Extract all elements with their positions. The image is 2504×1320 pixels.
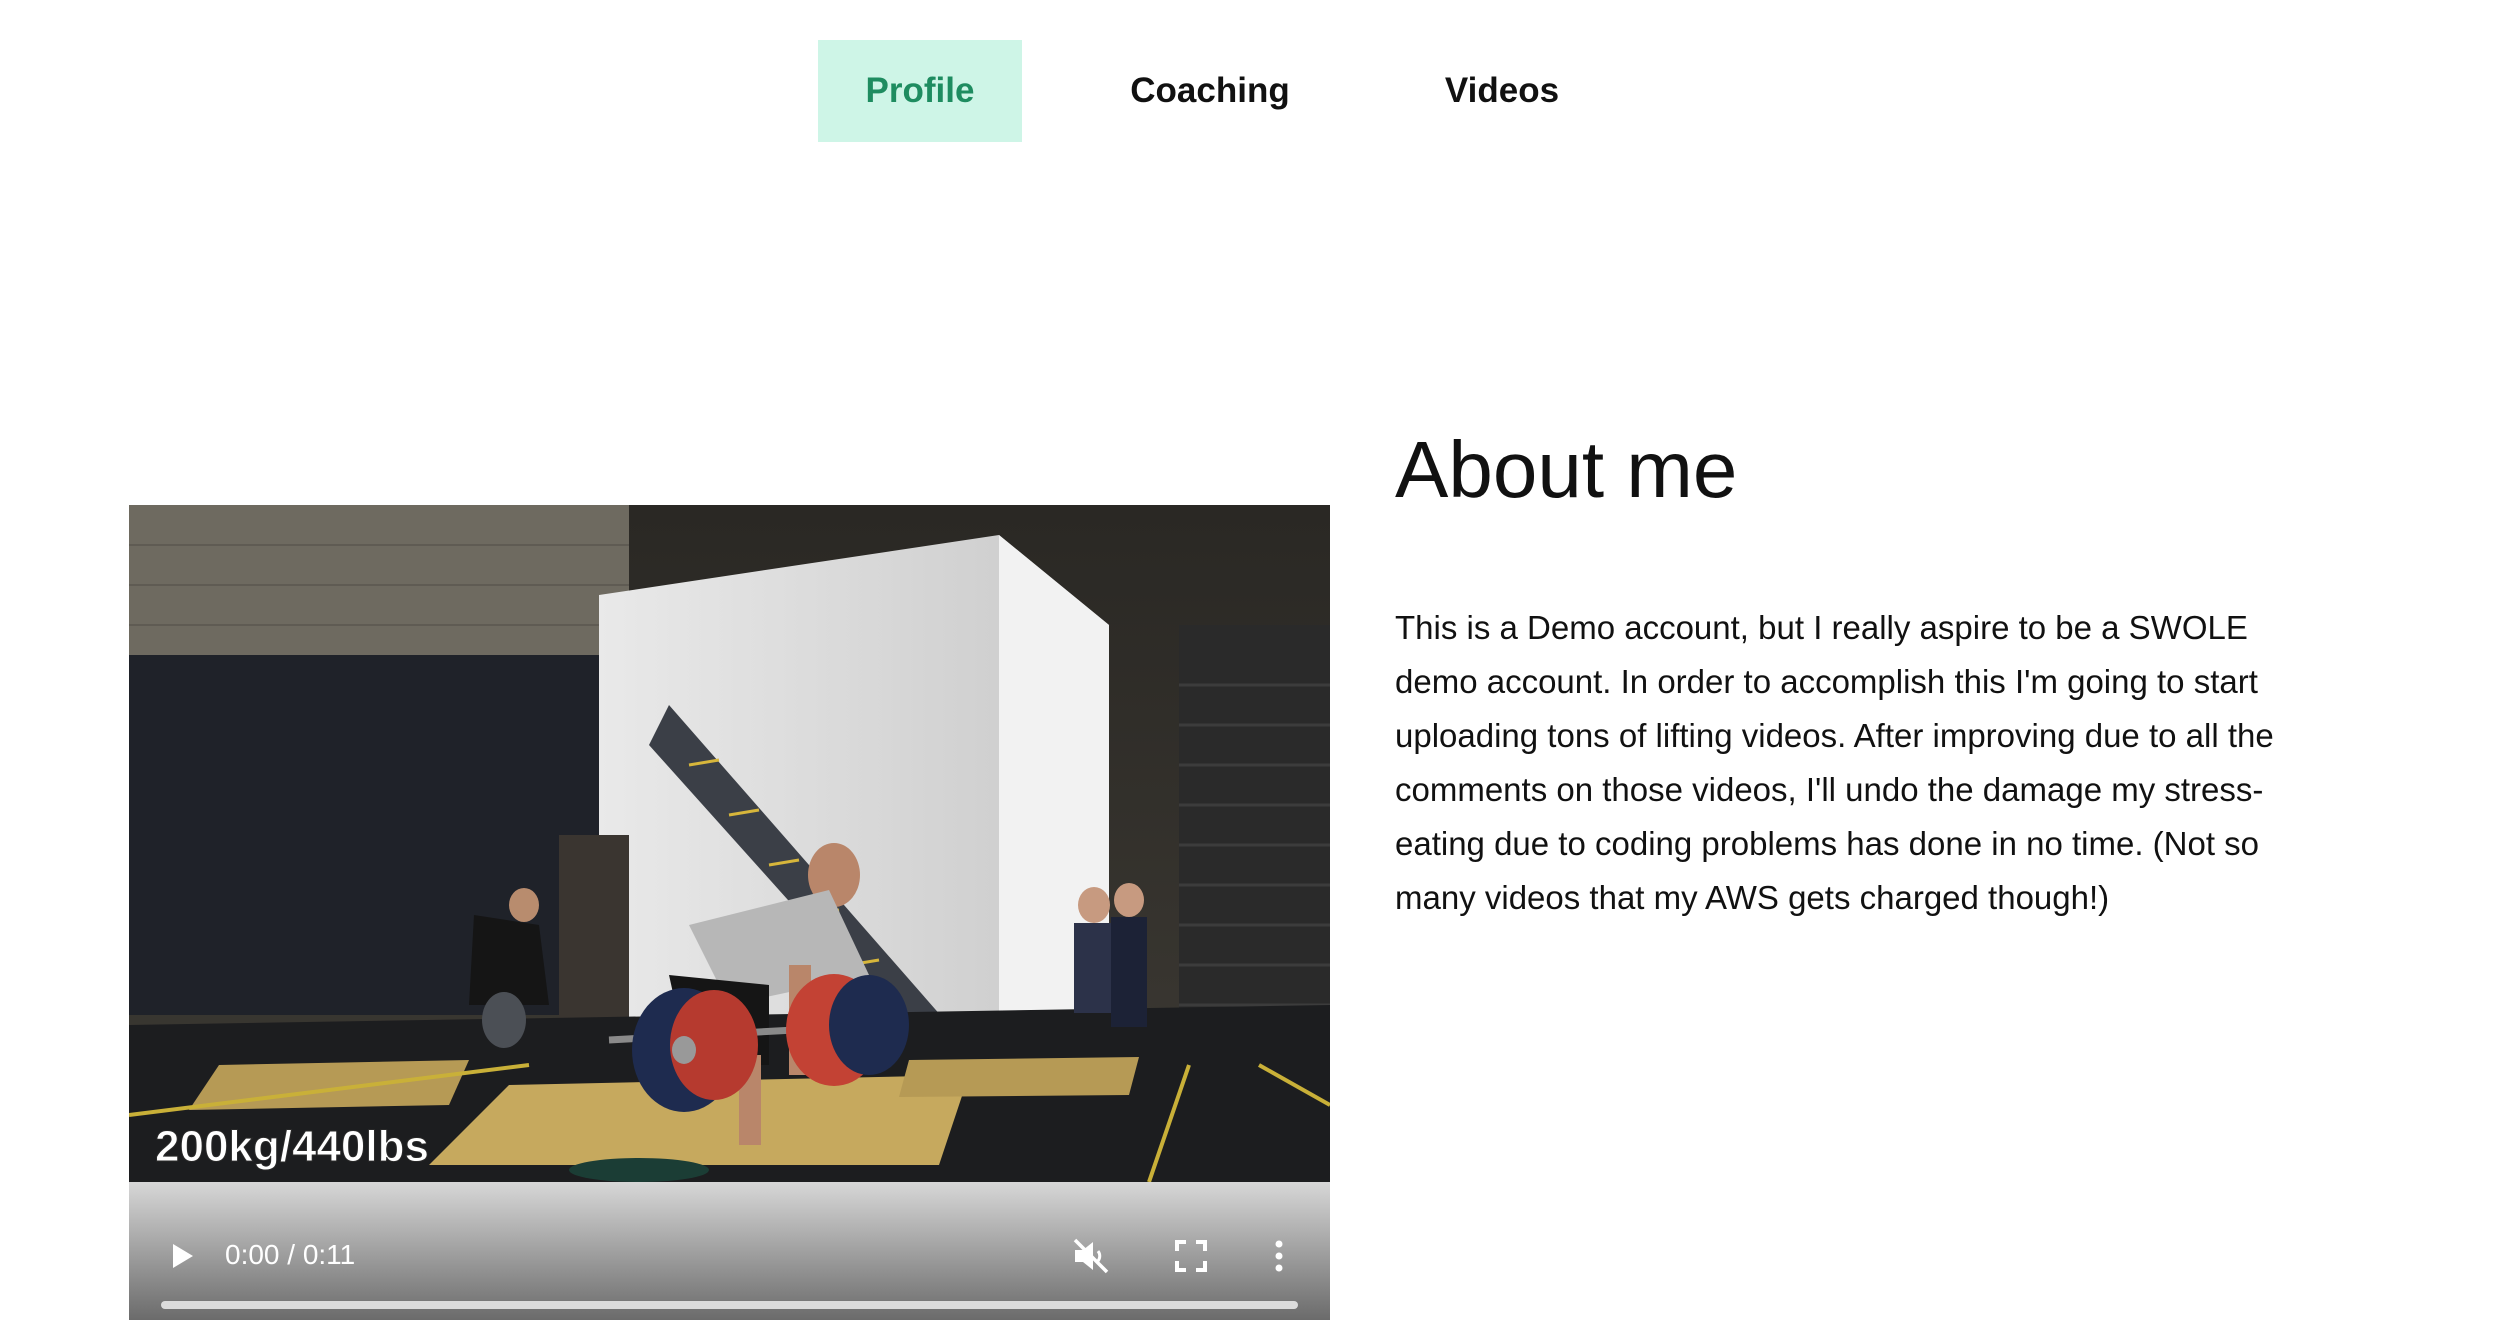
tab-videos-label: Videos — [1444, 71, 1560, 110]
time-display: 0:00 / 0:11 — [225, 1239, 356, 1270]
play-icon[interactable] — [161, 1236, 201, 1276]
tab-coaching-label: Coaching — [1130, 71, 1290, 110]
top-nav: Profile Coaching Videos — [0, 40, 2504, 142]
about-body: This is a Demo account, but I really asp… — [1395, 609, 2274, 916]
fullscreen-icon[interactable] — [1169, 1234, 1213, 1278]
video-overlay-text: 200kg/440lbs — [155, 1122, 429, 1171]
more-options-icon[interactable] — [1269, 1234, 1289, 1278]
tab-profile-label: Profile — [865, 71, 975, 110]
muted-volume-icon[interactable] — [1069, 1234, 1113, 1278]
about-title: About me — [1395, 425, 1738, 514]
tab-videos[interactable]: Videos — [1420, 40, 1584, 142]
tab-coaching[interactable]: Coaching — [1110, 40, 1310, 142]
profile-page: Profile Coaching Videos 200kg/440lbs 0:0… — [0, 0, 2504, 1320]
video-controls: 0:00 / 0:11 — [129, 1182, 1330, 1320]
video-player[interactable]: 200kg/440lbs 0:00 / 0:11 — [129, 505, 1330, 1320]
tab-profile[interactable]: Profile — [818, 40, 1022, 142]
video-progress-bar[interactable] — [161, 1301, 1298, 1309]
video-frame[interactable]: 200kg/440lbs — [129, 505, 1330, 1182]
